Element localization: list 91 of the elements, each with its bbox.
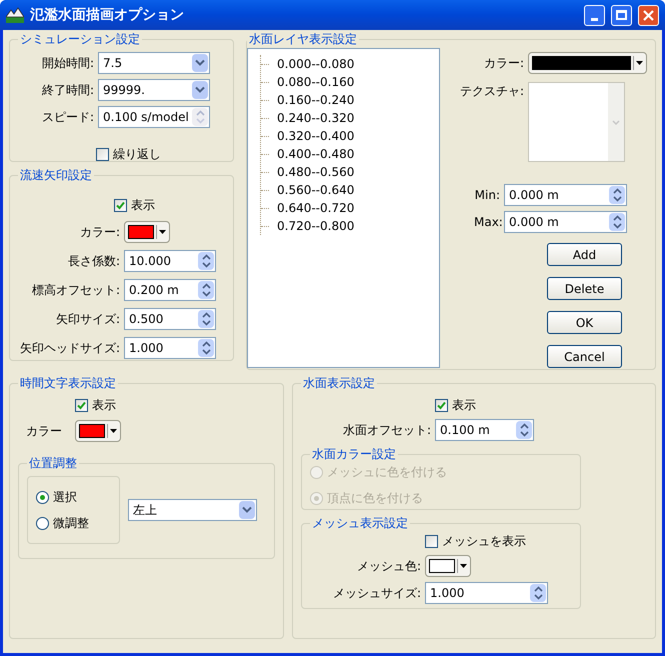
close-icon xyxy=(643,10,654,20)
group-title: 位置調整 xyxy=(28,455,78,472)
field-label: カラー: xyxy=(78,224,121,241)
spin-field[interactable]: 0.100 m xyxy=(435,419,534,441)
checkbox[interactable] xyxy=(96,148,109,160)
group-title: 水面レイヤ表示設定 xyxy=(248,31,358,48)
window-title: 氾濫水面描画オプション xyxy=(30,6,185,24)
checkbox-label: 繰り返し xyxy=(113,146,161,163)
dropdown-button-icon[interactable] xyxy=(239,501,255,519)
field-label: メッシュサイズ: xyxy=(332,585,422,602)
field-label: 矢印サイズ: xyxy=(54,311,121,328)
spin-buttons-icon[interactable] xyxy=(609,186,625,204)
list-item[interactable]: 0.160--0.240 xyxy=(269,91,354,109)
spin-field[interactable]: 0.200 m xyxy=(124,279,216,301)
field-label: 開始時間: xyxy=(40,55,95,72)
spin-buttons-icon[interactable] xyxy=(516,421,532,439)
dropdown-button-icon[interactable] xyxy=(192,54,208,72)
spin-field[interactable]: 1.000 xyxy=(124,337,216,359)
maximize-button[interactable] xyxy=(611,4,632,26)
color-picker[interactable] xyxy=(425,555,471,577)
list-item[interactable]: 0.480--0.560 xyxy=(269,163,354,181)
list-item[interactable]: 0.320--0.400 xyxy=(269,127,354,145)
field-label: 矢印ヘッドサイズ: xyxy=(18,340,121,357)
minimize-button[interactable] xyxy=(584,4,605,26)
spin-field[interactable]: 10.000 xyxy=(124,250,216,272)
spin-field[interactable]: 0.000 m xyxy=(504,184,627,206)
field-label: 長さ係数: xyxy=(66,253,121,270)
radio-button[interactable] xyxy=(36,490,49,504)
checkbox-label: 表示 xyxy=(92,397,116,414)
group-title: シミュレーション設定 xyxy=(19,31,141,48)
list-item[interactable]: 0.640--0.720 xyxy=(269,199,354,217)
checkbox[interactable] xyxy=(435,398,448,412)
group-title: 水面カラー設定 xyxy=(311,446,397,463)
caret-icon xyxy=(110,429,117,433)
field-label: Max: xyxy=(474,214,504,231)
field-label: テクスチャ: xyxy=(458,83,525,100)
color-picker[interactable] xyxy=(124,221,170,243)
checkbox[interactable] xyxy=(425,534,438,548)
radio-label: 頂点に色を付ける xyxy=(327,490,423,507)
checkbox-label: 表示 xyxy=(131,197,155,214)
caret-icon xyxy=(636,61,643,65)
checkbox[interactable] xyxy=(75,398,88,412)
close-button[interactable] xyxy=(638,4,659,26)
field-label: 標高オフセット: xyxy=(30,282,121,299)
spin-field[interactable]: 1.000 xyxy=(425,582,548,604)
radio-button[interactable] xyxy=(36,516,49,530)
color-picker[interactable] xyxy=(528,52,647,74)
field-label: カラー: xyxy=(482,55,525,72)
list-item[interactable]: 0.240--0.320 xyxy=(269,109,354,127)
checkbox-label: 表示 xyxy=(452,397,476,414)
dropdown-field[interactable]: 99999. xyxy=(98,79,210,101)
radio-label: メッシュに色を付ける xyxy=(327,464,447,481)
radio-label: 微調整 xyxy=(53,515,89,532)
dialog-button[interactable]: Cancel xyxy=(547,345,622,368)
spin-buttons-icon[interactable] xyxy=(198,281,214,299)
spin-buttons-icon[interactable] xyxy=(198,252,214,270)
list-item[interactable]: 0.400--0.480 xyxy=(269,145,354,163)
spin-buttons-icon[interactable] xyxy=(530,584,546,602)
list-item[interactable]: 0.080--0.160 xyxy=(269,73,354,91)
caret-icon xyxy=(460,564,467,568)
list-item[interactable]: 0.000--0.080 xyxy=(269,55,354,73)
dialog-button[interactable]: Add xyxy=(547,243,622,266)
radio-label: 選択 xyxy=(53,489,77,506)
field-label: 水面オフセット: xyxy=(342,422,432,439)
dropdown-button-icon[interactable] xyxy=(192,81,208,99)
list-item[interactable]: 0.720--0.800 xyxy=(269,217,354,235)
app-icon xyxy=(6,7,24,23)
caret-icon xyxy=(159,230,166,234)
spin-field[interactable]: 0.500 xyxy=(124,308,216,330)
dropdown-field[interactable]: 左上 xyxy=(128,499,257,521)
checkbox[interactable] xyxy=(114,198,127,212)
group-title: 水面表示設定 xyxy=(302,375,376,392)
spin-buttons-icon[interactable] xyxy=(609,213,625,231)
spin-buttons-icon[interactable] xyxy=(198,339,214,357)
field-label: カラー xyxy=(25,423,63,440)
group-title: メッシュ表示設定 xyxy=(311,515,409,532)
color-picker[interactable] xyxy=(75,420,121,442)
list-item[interactable]: 0.560--0.640 xyxy=(269,181,354,199)
field-label: 終了時間: xyxy=(40,82,95,99)
field-label: Min: xyxy=(474,187,501,204)
dialog-button[interactable]: Delete xyxy=(547,277,622,300)
checkbox-label: メッシュを表示 xyxy=(442,533,526,550)
spin-field[interactable]: 0.000 m xyxy=(504,211,627,233)
group-title: 流速矢印設定 xyxy=(19,167,93,184)
chevron-down-icon xyxy=(612,120,620,124)
group-title: 時間文字表示設定 xyxy=(19,375,117,392)
dialog-button[interactable]: OK xyxy=(547,311,622,334)
dropdown-field[interactable]: 7.5 xyxy=(98,52,210,74)
field-label: メッシュ色: xyxy=(356,558,422,575)
field-label: スピード: xyxy=(40,109,95,126)
spin-buttons-icon[interactable] xyxy=(198,310,214,328)
